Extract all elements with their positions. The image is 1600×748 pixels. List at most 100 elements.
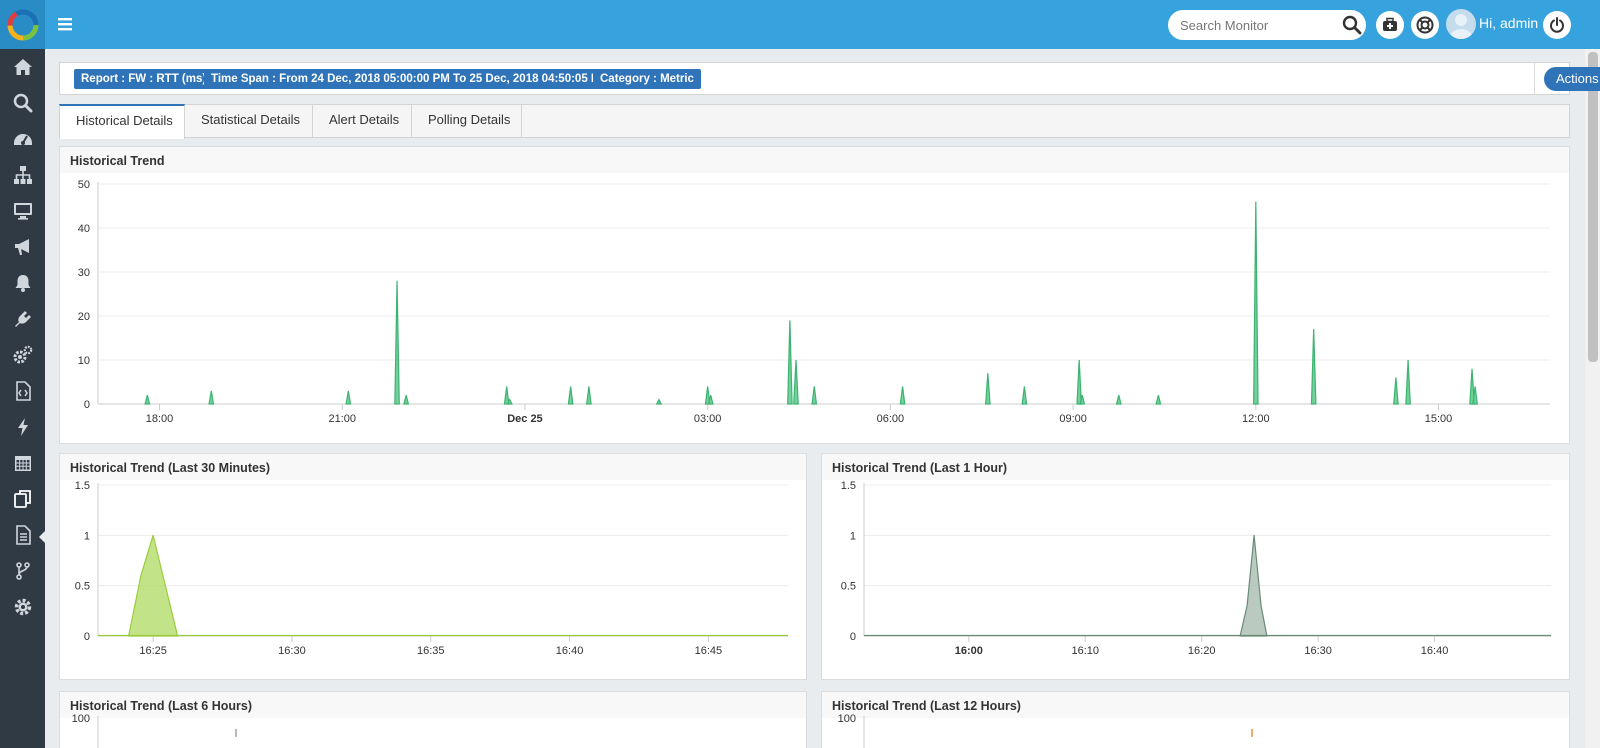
y-tick-label: 1 [84, 530, 90, 542]
time-span-tag: Time Span : From 24 Dec, 2018 05:00:00 P… [204, 69, 616, 89]
data-spike [984, 373, 991, 405]
logo-icon [7, 9, 38, 40]
sidebar-item-settings[interactable] [0, 589, 45, 625]
calendar-icon [14, 456, 31, 471]
power-icon[interactable] [1543, 11, 1571, 39]
y-tick-label: 0 [850, 631, 856, 643]
medkit-icon[interactable] [1376, 11, 1404, 39]
data-spike [345, 390, 352, 405]
sidebar-item-dashboard[interactable] [0, 121, 45, 157]
sitemap-icon [13, 166, 32, 184]
y-tick-label: 1.5 [75, 480, 90, 492]
report-info-bar: Report : FW : RTT (ms) Time Span : From … [59, 62, 1600, 95]
last-12-hours-chart[interactable]: 100 [822, 692, 1570, 748]
search-input[interactable] [1168, 10, 1366, 40]
x-tick-label: 09:00 [1059, 413, 1087, 425]
bell-icon [15, 275, 30, 292]
sidebar-item-workflows[interactable] [0, 553, 45, 589]
actions-button[interactable]: Actions [1544, 67, 1600, 91]
x-tick-label: 18:00 [146, 413, 174, 425]
tab-statistical-details[interactable]: Statistical Details [185, 104, 313, 138]
last-6-hours-panel: Historical Trend (Last 6 Hours) 100 [59, 691, 807, 748]
y-tick-label: 0 [84, 399, 90, 411]
data-spike [655, 398, 663, 405]
data-spike [1076, 359, 1083, 405]
sidebar-item-schedules[interactable] [0, 445, 45, 481]
scrollbar-thumb[interactable] [1588, 52, 1598, 362]
sidebar-item-devices[interactable] [0, 193, 45, 229]
user-greeting[interactable]: Hi, admin [1479, 15, 1538, 31]
y-tick-label: 0 [84, 631, 90, 643]
historical-trend-chart[interactable]: 0 10 20 30 40 50 18:00 21:00 Dec 25 03:00 06:00 09:… [60, 147, 1570, 444]
file-code-icon [15, 381, 31, 401]
x-tick-label: 15:00 [1425, 413, 1453, 425]
report-name-tag: Report : FW : RTT (ms) [74, 69, 214, 89]
y-tick-label: 40 [78, 223, 90, 235]
x-tick-label: 16:35 [417, 645, 445, 657]
tab-polling-details[interactable]: Polling Details [412, 104, 522, 138]
data-spike [394, 280, 400, 405]
menu-icon[interactable] [56, 14, 76, 34]
app-logo[interactable] [0, 0, 45, 49]
last-6-hours-chart[interactable]: 100 [60, 692, 807, 748]
last-30-minutes-chart[interactable]: 0 0.5 1 1.5 16:25 16:30 16:35 16:40 16:45 [60, 454, 807, 680]
y-tick-label: 100 [72, 713, 90, 725]
x-tick-label: 06:00 [877, 413, 905, 425]
data-spike [793, 359, 799, 405]
sidebar-item-plugins[interactable] [0, 301, 45, 337]
historical-trend-panel: Historical Trend 0 10 20 30 40 50 18:00 21:00 De… [59, 146, 1570, 444]
data-spike [787, 320, 793, 405]
x-tick-label: 16:30 [278, 645, 306, 657]
data-spike [1253, 201, 1259, 405]
plug-icon [14, 311, 31, 327]
sidebar-item-topology[interactable] [0, 157, 45, 193]
y-tick-label: 1.5 [841, 480, 856, 492]
data-spike [899, 386, 906, 405]
gears-icon [13, 345, 32, 364]
bullhorn-icon [14, 239, 29, 255]
sidebar [0, 49, 45, 748]
data-spike [1393, 377, 1399, 405]
actions-label: Actions [1556, 71, 1599, 86]
sidebar-item-alerts[interactable] [0, 229, 45, 265]
data-spike [403, 395, 410, 405]
data-spike [567, 386, 574, 405]
detail-tabs: Historical Details Statistical Details A… [59, 104, 1570, 139]
sidebar-item-home[interactable] [0, 49, 45, 85]
sidebar-item-notifications[interactable] [0, 265, 45, 301]
search-icon[interactable] [1342, 15, 1362, 35]
sidebar-item-logs[interactable] [0, 517, 45, 553]
y-tick-label: 30 [78, 267, 90, 279]
actions-divider [1534, 63, 1535, 94]
lifebuoy-icon[interactable] [1411, 11, 1439, 39]
y-tick-label: 0.5 [841, 581, 856, 593]
user-avatar-icon[interactable] [1446, 9, 1476, 39]
tab-alert-details[interactable]: Alert Details [313, 104, 412, 138]
x-tick-label: 16:10 [1071, 645, 1099, 657]
data-spike [144, 395, 151, 405]
data-spike [811, 386, 818, 405]
data-spike [1310, 329, 1317, 405]
y-tick-label: 0.5 [75, 581, 90, 593]
data-spike [586, 386, 592, 405]
top-bar: Hi, admin [0, 0, 1600, 49]
gear-icon [14, 598, 31, 616]
sidebar-item-actions[interactable] [0, 409, 45, 445]
category-tag: Category : Metric [593, 69, 701, 89]
sidebar-item-configuration[interactable] [0, 337, 45, 373]
sidebar-item-reports[interactable] [0, 481, 45, 517]
dashboard-icon [13, 134, 32, 145]
x-tick-label: 16:45 [695, 645, 723, 657]
tab-historical-details[interactable]: Historical Details [59, 104, 185, 139]
copy-icon [13, 490, 31, 508]
desktop-icon [13, 203, 32, 220]
last-1-hour-chart[interactable]: 0 0.5 1 1.5 16:00 16:10 16:20 16:30 16:40 [822, 454, 1570, 680]
sidebar-item-search[interactable] [0, 85, 45, 121]
data-spike [1405, 359, 1411, 405]
y-tick-label: 10 [78, 355, 90, 367]
last-30-minutes-panel: Historical Trend (Last 30 Minutes) 0 0.5 1… [59, 453, 807, 680]
y-tick-label: 1 [850, 530, 856, 542]
sidebar-item-scripts[interactable] [0, 373, 45, 409]
data-spike [1155, 395, 1162, 405]
x-tick-label: 16:20 [1188, 645, 1216, 657]
